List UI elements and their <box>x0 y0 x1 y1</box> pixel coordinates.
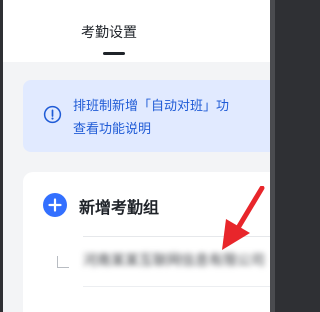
plus-circle-icon <box>43 193 67 217</box>
red-arrow-icon <box>222 186 265 250</box>
header: 考勤设置 <box>3 0 270 62</box>
tab-attendance-settings[interactable]: 考勤设置 <box>81 22 137 42</box>
notice-link[interactable]: 查看功能说明 <box>73 118 151 137</box>
attendance-settings-panel: 考勤设置 排班制新增「自动对班」功 查看功能说明 新增考勤组 河南某某互联网信息… <box>3 0 270 312</box>
notice-banner[interactable]: 排班制新增「自动对班」功 查看功能说明 <box>23 80 270 152</box>
info-icon <box>43 105 62 124</box>
add-attendance-group-label: 新增考勤组 <box>79 198 160 217</box>
tab-active-indicator <box>103 52 125 55</box>
attendance-group-name[interactable]: 河南某某互联网信息有限公司 <box>83 250 265 270</box>
tree-connector-icon <box>57 256 69 268</box>
divider <box>83 286 270 287</box>
background-edge-right <box>270 0 275 312</box>
notice-text: 排班制新增「自动对班」功 <box>73 99 230 114</box>
